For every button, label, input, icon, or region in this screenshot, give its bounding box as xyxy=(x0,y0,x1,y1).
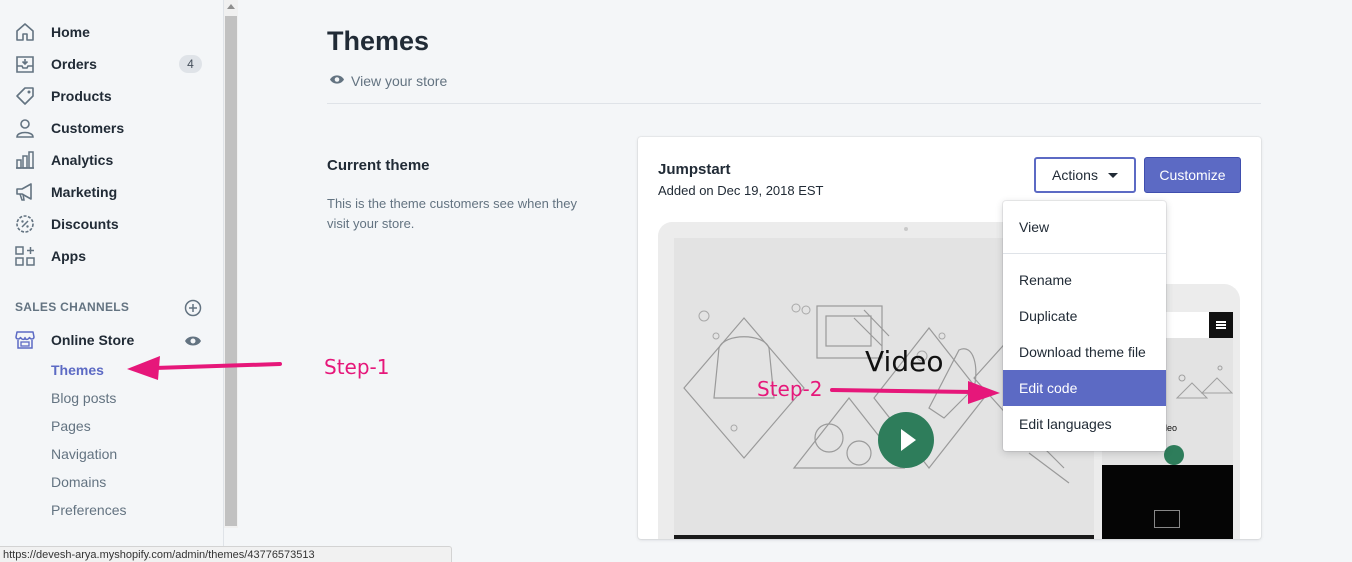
sidebar-subitem-domains[interactable]: Domains xyxy=(51,474,106,490)
sidebar-item-analytics[interactable]: Analytics xyxy=(0,144,224,176)
discount-icon xyxy=(14,213,36,235)
menu-item-rename[interactable]: Rename xyxy=(1003,262,1166,298)
actions-dropdown-menu: View Rename Duplicate Download theme fil… xyxy=(1003,201,1166,451)
scroll-up-arrow[interactable] xyxy=(227,4,235,9)
sidebar: Home Orders 4 Products Customers Analyti… xyxy=(0,0,224,562)
sidebar-subitem-themes[interactable]: Themes xyxy=(51,362,104,378)
add-circle-icon[interactable] xyxy=(184,299,202,317)
play-icon[interactable] xyxy=(878,412,934,468)
step1-annotation: Step-1 xyxy=(324,355,390,379)
menu-item-edit-languages[interactable]: Edit languages xyxy=(1003,406,1166,442)
image-placeholder-icon xyxy=(1154,510,1180,528)
menu-item-view[interactable]: View xyxy=(1003,209,1166,245)
sidebar-item-label: Products xyxy=(51,88,112,104)
sidebar-item-label: Online Store xyxy=(51,332,135,348)
hamburger-menu-icon xyxy=(1209,312,1233,338)
sidebar-item-label: Home xyxy=(51,24,90,40)
menu-item-edit-code[interactable]: Edit code xyxy=(1003,370,1166,406)
person-icon xyxy=(14,117,36,139)
sidebar-subitem-pages[interactable]: Pages xyxy=(51,418,91,434)
eye-icon xyxy=(329,72,345,90)
orders-icon xyxy=(14,53,36,75)
eye-icon[interactable] xyxy=(184,334,202,346)
sidebar-subitem-preferences[interactable]: Preferences xyxy=(51,502,126,518)
sidebar-subitem-navigation[interactable]: Navigation xyxy=(51,446,117,462)
store-icon xyxy=(14,329,36,351)
sidebar-item-marketing[interactable]: Marketing xyxy=(0,176,224,208)
scroll-thumb[interactable] xyxy=(225,16,237,526)
caret-down-icon xyxy=(1107,172,1118,178)
theme-added-date: Added on Dec 19, 2018 EST xyxy=(658,183,824,198)
sidebar-item-products[interactable]: Products xyxy=(0,80,224,112)
sales-channels-heading: SALES CHANNELS xyxy=(15,300,130,314)
actions-button-label: Actions xyxy=(1052,167,1098,183)
browser-status-bar: https://devesh-arya.myshopify.com/admin/… xyxy=(0,546,452,562)
sidebar-subitem-blog-posts[interactable]: Blog posts xyxy=(51,390,116,406)
bar-chart-icon xyxy=(14,149,36,171)
shopify-admin: Home Orders 4 Products Customers Analyti… xyxy=(0,0,1352,562)
menu-separator xyxy=(1003,253,1166,254)
sidebar-item-label: Analytics xyxy=(51,152,114,168)
megaphone-icon xyxy=(14,181,36,203)
desktop-preview-bottom-bar xyxy=(674,535,1096,539)
page-title: Themes xyxy=(327,26,430,56)
customize-button[interactable]: Customize xyxy=(1144,157,1241,193)
sidebar-scrollbar[interactable] xyxy=(224,0,238,528)
sidebar-item-discounts[interactable]: Discounts xyxy=(0,208,224,240)
preview-video-title: Video xyxy=(865,345,944,378)
step2-annotation: Step-2 xyxy=(757,377,823,401)
view-store-link[interactable]: View your store xyxy=(329,72,447,90)
sidebar-item-label: Apps xyxy=(51,248,86,264)
laptop-camera xyxy=(904,227,908,231)
sidebar-item-label: Discounts xyxy=(51,216,119,232)
sidebar-item-customers[interactable]: Customers xyxy=(0,112,224,144)
sidebar-item-label: Orders xyxy=(51,56,97,72)
home-icon xyxy=(14,21,36,43)
orders-count-badge: 4 xyxy=(179,55,202,73)
sidebar-item-apps[interactable]: Apps xyxy=(0,240,224,272)
sidebar-item-label: Customers xyxy=(51,120,125,136)
menu-item-download-theme-file[interactable]: Download theme file xyxy=(1003,334,1166,370)
sidebar-item-orders[interactable]: Orders 4 xyxy=(0,48,224,80)
current-theme-heading: Current theme xyxy=(327,157,430,174)
tag-icon xyxy=(14,85,36,107)
mobile-play-icon xyxy=(1164,445,1184,465)
actions-button[interactable]: Actions xyxy=(1034,157,1136,193)
header-divider xyxy=(327,103,1261,104)
sidebar-item-home[interactable]: Home xyxy=(0,16,224,48)
theme-name: Jumpstart xyxy=(658,161,731,178)
current-theme-description: This is the theme customers see when the… xyxy=(327,196,578,231)
apps-icon xyxy=(14,245,36,267)
menu-item-duplicate[interactable]: Duplicate xyxy=(1003,298,1166,334)
view-store-label: View your store xyxy=(351,73,448,89)
sidebar-item-label: Marketing xyxy=(51,184,118,200)
